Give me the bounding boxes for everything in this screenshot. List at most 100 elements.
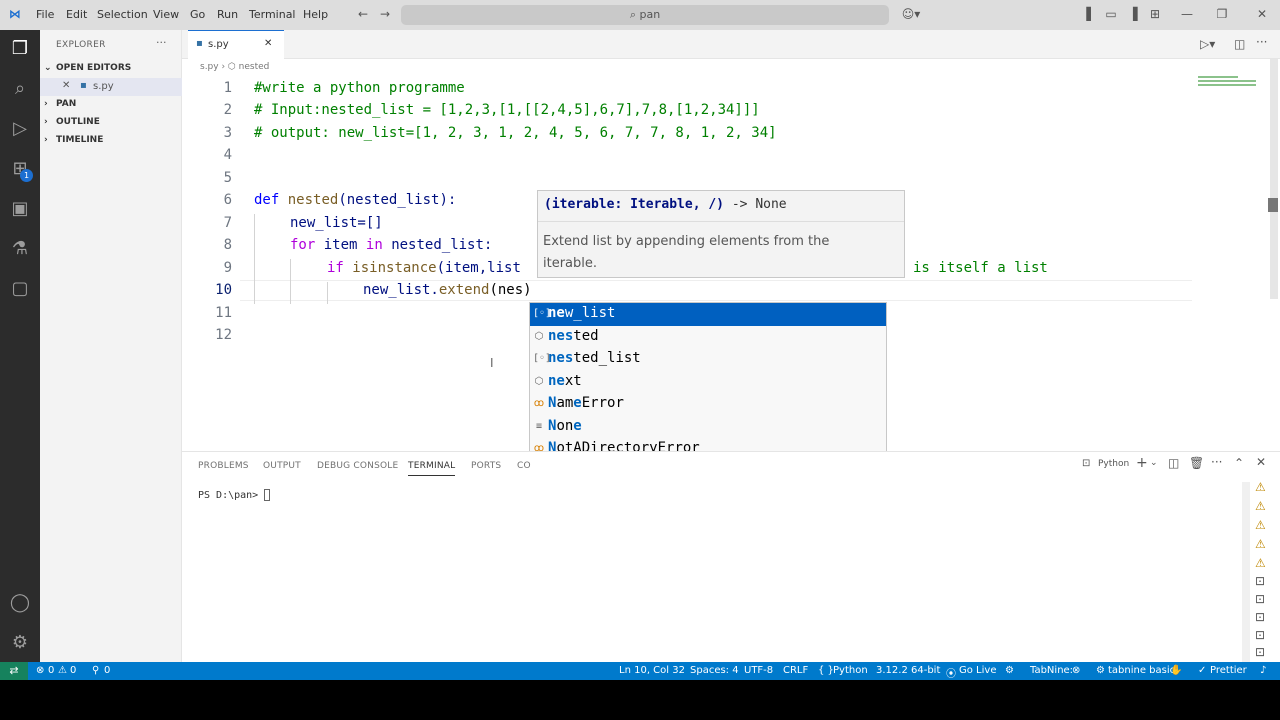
terminal-instance-icon[interactable]: ⊡ — [1255, 610, 1265, 624]
kill-terminal-icon[interactable]: 🗑 — [1189, 456, 1204, 470]
toggle-sidebar-icon[interactable]: ▌ — [1084, 8, 1098, 21]
minimize-icon[interactable]: — — [1180, 8, 1194, 21]
close-icon[interactable]: ✕ — [62, 80, 70, 91]
toggle-secondary-sidebar-icon[interactable]: ▐ — [1126, 8, 1140, 21]
indentation[interactable]: Spaces: 4 — [690, 665, 739, 676]
tab-output[interactable]: OUTPUT — [263, 461, 301, 471]
breadcrumb-file[interactable]: s.py — [200, 62, 219, 72]
editor-more-icon[interactable]: ··· — [1256, 35, 1267, 49]
error-count[interactable]: 0 — [48, 665, 54, 676]
menu-edit[interactable]: Edit — [66, 8, 87, 21]
remote-indicator-icon[interactable]: ⇄ — [0, 662, 28, 680]
command-center-search[interactable]: ⌕ pan — [401, 5, 889, 25]
menu-view[interactable]: View — [153, 8, 179, 21]
go-live[interactable]: Go Live — [959, 665, 996, 676]
warning-icon[interactable]: ⚠ — [1255, 499, 1266, 513]
tab-terminal[interactable]: TERMINAL — [408, 461, 456, 476]
more-actions-icon[interactable]: ··· — [156, 36, 167, 49]
menu-run[interactable]: Run — [217, 8, 238, 21]
breadcrumb-symbol[interactable]: nested — [239, 62, 270, 72]
warning-status-icon[interactable]: ⚠ — [58, 665, 67, 676]
tab-close-icon[interactable]: ✕ — [264, 38, 272, 49]
tab-s-py[interactable]: ▪ s.py ✕ — [188, 30, 284, 59]
error-icon[interactable]: ⊗ — [36, 665, 44, 676]
menu-file[interactable]: File — [36, 8, 54, 21]
search-view-icon[interactable]: ⌕ — [7, 76, 33, 102]
panel-more-icon[interactable]: ··· — [1211, 455, 1222, 469]
suggestion-item[interactable]: [◦] nested_list — [530, 348, 886, 371]
settings-gear-icon[interactable]: ⚙ — [7, 630, 33, 656]
notifications-bell-icon[interactable]: ♪ — [1260, 665, 1266, 676]
customize-layout-icon[interactable]: ⊞ — [1148, 8, 1162, 21]
scrollbar-thumb[interactable] — [1268, 198, 1278, 212]
language-mode[interactable]: Python — [833, 665, 868, 676]
warning-icon[interactable]: ⚠ — [1255, 518, 1266, 532]
variable-icon: [◦] — [533, 308, 552, 319]
chevron-down-icon[interactable]: ⌄ — [1150, 458, 1158, 468]
title-bar: ⋈ File Edit Selection View Go Run Termin… — [0, 0, 1280, 30]
warning-icon[interactable]: ⚠ — [1255, 537, 1266, 551]
tab-comments[interactable]: CO — [517, 461, 531, 471]
menu-go[interactable]: Go — [190, 8, 205, 21]
warning-count[interactable]: 0 — [70, 665, 76, 676]
minimap[interactable] — [1198, 76, 1258, 90]
suggestion-item[interactable]: ꝏ NameError — [530, 393, 886, 416]
python-interpreter[interactable]: 3.12.2 64-bit — [876, 665, 940, 676]
terminal-shell-name[interactable]: Python — [1098, 459, 1129, 469]
editor-scrollbar[interactable] — [1270, 59, 1278, 299]
ports-icon[interactable]: ⚲ — [92, 665, 99, 676]
cursor-position[interactable]: Ln 10, Col 32 — [619, 665, 685, 676]
terminal-prompt[interactable]: PS D:\pan> — [198, 489, 271, 501]
menu-help[interactable]: Help — [303, 8, 328, 21]
encoding[interactable]: UTF-8 — [744, 665, 773, 676]
testing-icon[interactable]: ⚗ — [7, 236, 33, 262]
remote-explorer-icon[interactable]: ▣ — [7, 196, 33, 222]
timeline-section[interactable]: › TIMELINE — [40, 132, 182, 150]
warning-icon[interactable]: ⚠ — [1255, 556, 1266, 570]
chat-icon[interactable]: ▢ — [7, 276, 33, 302]
run-file-icon[interactable]: ▷▾ — [1200, 37, 1215, 51]
maximize-icon[interactable]: ❐ — [1215, 8, 1229, 21]
suggestion-item[interactable]: [◦] new_list — [530, 303, 886, 326]
tabnine-status[interactable]: TabNine: — [1030, 665, 1073, 676]
menu-selection[interactable]: Selection — [97, 8, 148, 21]
keyword-for: for — [290, 237, 316, 253]
prettier-status[interactable]: Prettier — [1210, 665, 1247, 676]
suggestion-item[interactable]: ≡ None — [530, 416, 886, 439]
terminal-instance-icon[interactable]: ⊡ — [1255, 645, 1265, 659]
explorer-icon[interactable]: ❐ — [7, 36, 33, 62]
close-window-icon[interactable]: ✕ — [1255, 8, 1269, 21]
menu-terminal[interactable]: Terminal — [249, 8, 296, 21]
suggestion-item[interactable]: ⬡ nested — [530, 326, 886, 349]
split-terminal-icon[interactable]: ◫ — [1168, 456, 1179, 470]
loop-var: item — [323, 237, 358, 253]
end-of-line[interactable]: CRLF — [783, 665, 808, 676]
suggestion-item[interactable]: ⬡ next — [530, 371, 886, 394]
outline-section[interactable]: › OUTLINE — [40, 114, 182, 132]
open-editors-section[interactable]: ⌄ OPEN EDITORS — [40, 60, 182, 78]
back-arrow-icon[interactable]: ← — [356, 8, 370, 21]
open-editor-item[interactable]: ✕ ▪ s.py — [40, 78, 182, 96]
terminal-instance-icon[interactable]: ⊡ — [1255, 592, 1265, 606]
forward-arrow-icon[interactable]: → — [378, 8, 392, 21]
code-line-6: def nested(nested_list): — [254, 192, 456, 208]
warning-icon[interactable]: ⚠ — [1255, 480, 1266, 494]
tabnine-off-icon: ⊗ — [1072, 665, 1081, 676]
maximize-panel-icon[interactable]: ⌃ — [1234, 456, 1244, 470]
close-panel-icon[interactable]: ✕ — [1256, 455, 1266, 469]
tab-debug-console[interactable]: DEBUG CONSOLE — [317, 461, 398, 471]
toggle-panel-icon[interactable]: ▭ — [1104, 8, 1118, 21]
tab-ports[interactable]: PORTS — [471, 461, 501, 471]
tab-problems[interactable]: PROBLEMS — [198, 461, 249, 471]
run-debug-icon[interactable]: ▷ — [7, 116, 33, 142]
folder-pan-section[interactable]: › PAN — [40, 96, 182, 114]
copilot-icon[interactable]: ☺▾ — [900, 8, 922, 21]
terminal-instance-icon[interactable]: ⊡ — [1255, 574, 1265, 588]
new-terminal-icon[interactable]: + — [1136, 455, 1148, 471]
tabnine-plan[interactable]: tabnine basic — [1108, 665, 1175, 676]
terminal-scrollbar[interactable] — [1242, 482, 1250, 662]
split-editor-icon[interactable]: ◫ — [1234, 37, 1245, 51]
terminal-instance-icon[interactable]: ⊡ — [1255, 628, 1265, 642]
ports-count[interactable]: 0 — [104, 665, 110, 676]
accounts-icon[interactable]: ◯ — [7, 590, 33, 616]
